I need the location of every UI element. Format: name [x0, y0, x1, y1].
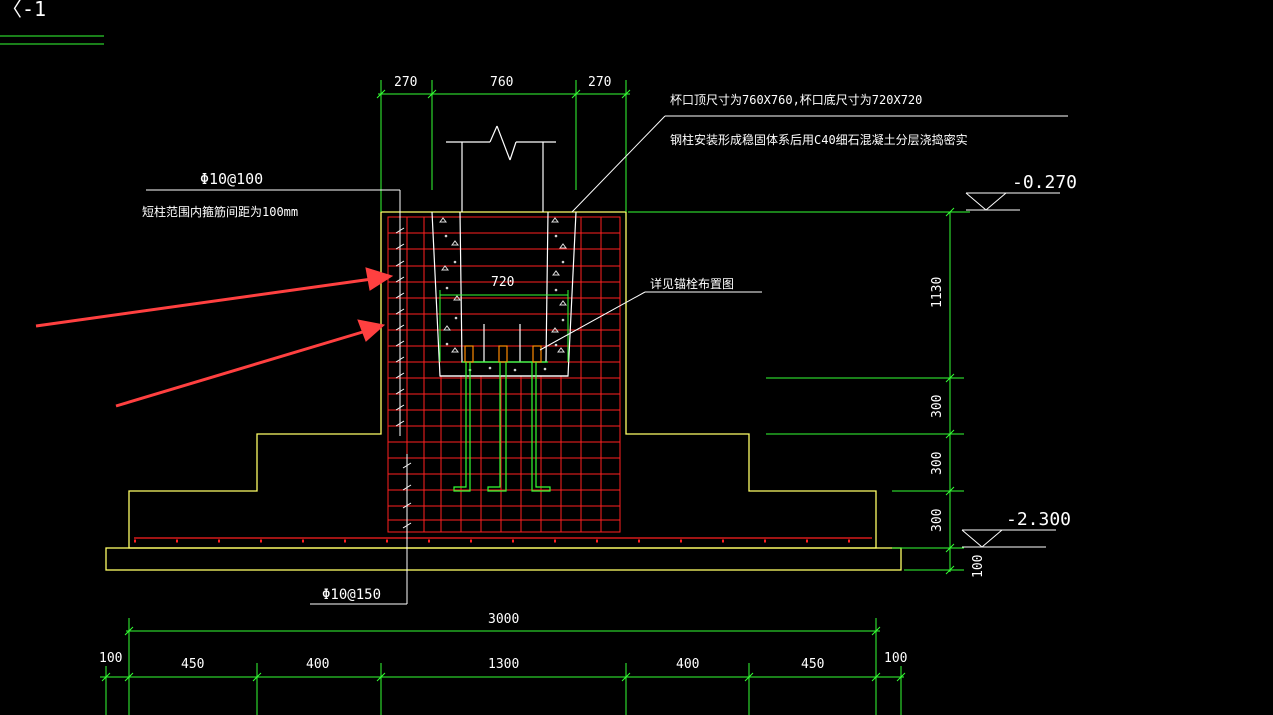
dim-top-760: 760 — [490, 75, 513, 90]
dim-720: 720 — [491, 275, 514, 290]
dim-right-300-a: 300 — [930, 395, 945, 418]
cushion-layer — [105, 547, 902, 571]
anchor-bolt-note: 详见锚栓布置图 — [650, 276, 734, 291]
level-bottom-text: -2.300 — [1006, 509, 1071, 530]
bottom-bar-label: Φ10@150 — [322, 587, 381, 603]
anchor-bolts — [453, 345, 551, 492]
dim-bottom-100-left: 100 — [99, 651, 122, 666]
level-marker-top — [965, 192, 1060, 211]
dim-bottom-3000: 3000 — [488, 612, 519, 627]
rebar-grid — [134, 216, 872, 543]
markup-arrows — [35, 267, 394, 408]
dim-bottom-400-left: 400 — [306, 657, 329, 672]
stirrup-ticks — [395, 190, 412, 604]
dim-bottom-450-left: 450 — [181, 657, 204, 672]
cup-size-note: 杯口顶尺寸为760X760,杯口底尺寸为720X720 — [670, 92, 922, 107]
cup-width-dimension — [439, 290, 569, 362]
dim-top-270-right: 270 — [588, 75, 611, 90]
dim-bottom-1300: 1300 — [488, 657, 519, 672]
dim-bottom-100-right: 100 — [884, 651, 907, 666]
dim-right-300-c: 300 — [930, 509, 945, 532]
dim-right-100: 100 — [971, 555, 986, 578]
stirrup-spacing-note: 短柱范围内箍筋间距为100mm — [142, 204, 298, 219]
level-top-text: -0.270 — [1012, 172, 1077, 193]
title-fragment-text: 〈-1 — [2, 0, 46, 21]
dim-right-300-b: 300 — [930, 452, 945, 475]
title-block-fragment: 〈-1 — [0, 0, 104, 45]
grout-note: 钢柱安装形成稳固体系后用C40细石混凝土分层浇捣密实 — [670, 132, 968, 147]
right-dimension-chain — [628, 207, 970, 575]
dim-top-270-left: 270 — [394, 75, 417, 90]
dim-bottom-400-right: 400 — [676, 657, 699, 672]
dim-bottom-450-right: 450 — [801, 657, 824, 672]
stirrup-label: Φ10@100 — [200, 170, 263, 188]
dim-right-1130: 1130 — [930, 277, 945, 308]
level-marker-bottom — [961, 529, 1056, 548]
foundation-cad-drawing: 〈-1 720 270 760 270 1130 300 300 300 100… — [0, 0, 1077, 715]
column-cup — [431, 125, 577, 377]
top-dimension-chain — [376, 80, 631, 212]
